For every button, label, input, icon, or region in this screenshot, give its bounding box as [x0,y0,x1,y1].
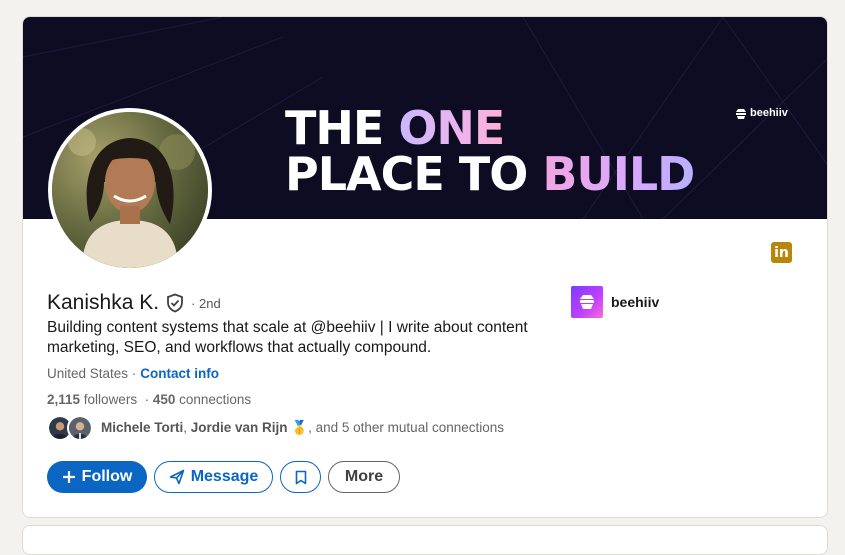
bookmark-icon [295,470,306,484]
profile-avatar[interactable] [48,108,212,272]
follow-label: Follow [81,468,133,485]
location-row: United States · Contact info [47,366,219,381]
beehiiv-logo-icon [571,286,603,318]
banner-headline-line2: PLACE TO BUILD [285,147,695,201]
banner-headline-line1: THE ONE [285,101,505,155]
followers-count[interactable]: 2,115 [47,392,80,407]
mutual-name-2[interactable]: Jordie van Rijn [191,420,288,435]
more-label: More [344,468,384,485]
connections-separator: · [137,392,153,407]
contact-info-link[interactable]: Contact info [140,366,219,381]
followers-label: followers [80,392,138,407]
mutual-connections[interactable]: Michele Torti, Jordie van Rijn 🥇, and 5 … [47,415,504,441]
mutual-avatar-2 [67,415,93,441]
profile-card: THE ONE PLACE TO BUILD beehiiv in Kanish… [22,16,828,518]
banner-logo: beehiiv [735,107,788,119]
profile-name: Kanishka K. [47,291,160,314]
connections-count[interactable]: 450 [153,392,176,407]
connections-label: connections [175,392,252,407]
company-name: beehiiv [611,294,660,310]
followers-row: 2,115 followers · 450 connections [47,392,251,407]
save-button[interactable] [280,461,321,493]
mutual-connections-text: Michele Torti, Jordie van Rijn 🥇, and 5 … [101,420,505,435]
profile-photo [52,112,208,268]
linkedin-icon[interactable]: in [771,242,792,263]
beehive-icon [580,295,594,309]
beehiiv-mark-icon [736,108,746,119]
location: United States · [47,366,137,381]
connection-degree: · 2nd [191,295,221,311]
mutual-name-1[interactable]: Michele Torti [101,420,183,435]
follow-button[interactable]: Follow [47,461,147,493]
verified-shield-icon[interactable] [165,293,185,313]
message-label: Message [190,468,259,485]
message-button[interactable]: Message [154,461,273,493]
profile-headline: Building content systems that scale at @… [47,319,528,356]
current-company[interactable]: beehiiv [571,286,659,318]
next-section-card [22,525,828,555]
more-button[interactable]: More [328,461,400,493]
send-icon [169,469,185,485]
plus-icon [62,471,75,483]
name-row: Kanishka K. · 2nd [47,291,221,315]
